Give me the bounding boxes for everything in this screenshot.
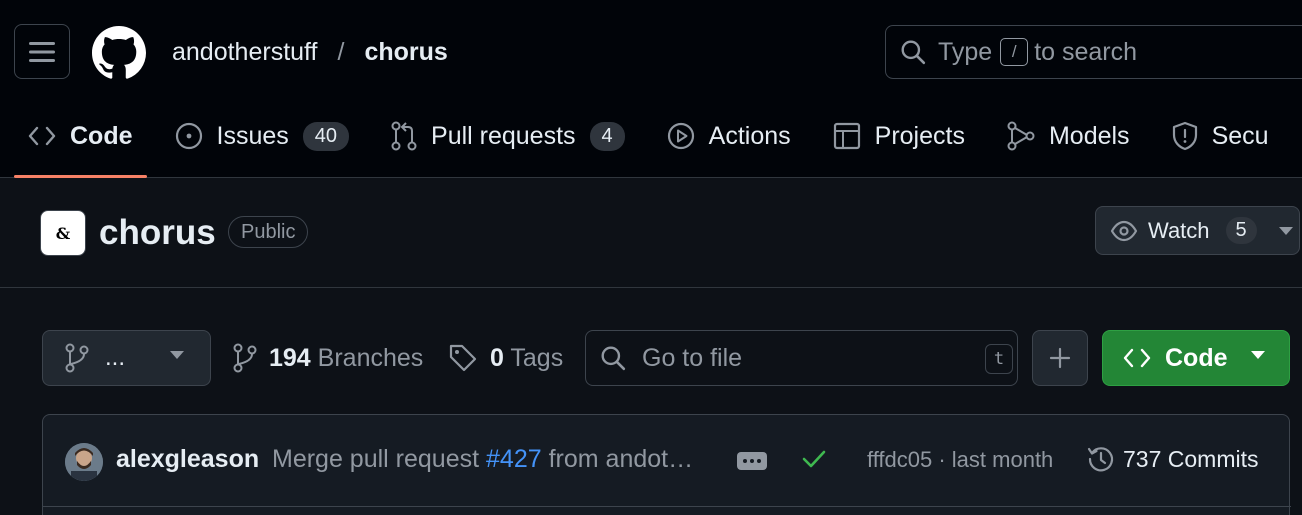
- search-suffix: to search: [1034, 37, 1138, 66]
- commit-pr-link[interactable]: #427: [486, 445, 542, 473]
- github-logo-icon[interactable]: [92, 26, 146, 80]
- repo-title-bar: & chorus Public Watch 5: [0, 178, 1302, 288]
- tab-pull-requests[interactable]: Pull requests 4: [377, 106, 639, 166]
- menu-button[interactable]: [14, 24, 70, 79]
- go-to-file-input[interactable]: Go to file t: [585, 330, 1018, 386]
- code-icon: [28, 125, 56, 147]
- commit-author-link[interactable]: alexgleason: [116, 445, 259, 474]
- breadcrumb-repo-link[interactable]: chorus: [364, 38, 447, 67]
- tag-icon: [448, 343, 478, 373]
- add-file-button[interactable]: [1032, 330, 1088, 386]
- breadcrumb-owner-link[interactable]: andotherstuff: [172, 38, 317, 67]
- code-icon: [1123, 347, 1151, 369]
- avatar[interactable]: [65, 443, 103, 481]
- tab-label: Code: [70, 121, 133, 150]
- issue-icon: [175, 122, 203, 150]
- latest-commit-row: alexgleason Merge pull request #427 from…: [43, 415, 1291, 507]
- expand-commit-message-button[interactable]: [737, 452, 767, 470]
- check-icon[interactable]: [801, 448, 827, 470]
- branch-selector-button[interactable]: ...: [42, 330, 211, 386]
- eye-icon: [1110, 220, 1138, 242]
- search-prefix: Type: [938, 37, 993, 66]
- tags-count: 0: [490, 343, 504, 372]
- search-input[interactable]: Type / to search: [885, 25, 1302, 79]
- caret-down-icon: [170, 351, 184, 359]
- watch-count-badge: 5: [1225, 217, 1257, 244]
- watch-button[interactable]: Watch 5: [1095, 206, 1300, 255]
- commits-history-link[interactable]: 737 Commits: [1087, 445, 1258, 473]
- branches-link[interactable]: 194 Branches: [233, 330, 423, 386]
- tab-security[interactable]: Secu: [1158, 106, 1283, 166]
- repo-nav-tabs: Code Issues 40 Pull requests 4 Actions P…: [14, 106, 1297, 178]
- tab-models[interactable]: Models: [993, 106, 1144, 166]
- tab-label: Secu: [1211, 121, 1269, 150]
- breadcrumb: andotherstuff / chorus: [172, 36, 448, 68]
- issues-count-badge: 40: [302, 121, 350, 151]
- play-icon: [667, 122, 695, 150]
- shield-icon: [1172, 121, 1198, 151]
- models-icon: [1007, 121, 1035, 151]
- branch-icon: [233, 343, 257, 373]
- org-avatar[interactable]: &: [40, 210, 86, 256]
- commit-message-suffix: from andot…: [548, 445, 694, 473]
- tab-issues[interactable]: Issues 40: [161, 106, 364, 166]
- tab-label: Projects: [874, 121, 965, 150]
- org-logo-text: &: [55, 223, 71, 243]
- branches-count: 194: [269, 343, 311, 372]
- file-toolbar: ... 194 Branches 0 Tags Go to file t Cod…: [0, 330, 1302, 386]
- branches-label: Branches: [317, 343, 424, 372]
- commits-count-label: 737 Commits: [1123, 445, 1259, 472]
- repo-title[interactable]: chorus: [99, 210, 216, 256]
- visibility-badge: Public: [228, 216, 309, 248]
- code-dropdown-button[interactable]: Code: [1102, 330, 1290, 386]
- code-button-label: Code: [1165, 343, 1228, 372]
- breadcrumb-separator: /: [337, 37, 345, 66]
- tab-projects[interactable]: Projects: [819, 106, 979, 166]
- plus-icon: [1049, 347, 1071, 369]
- tab-code[interactable]: Code: [14, 106, 147, 178]
- tags-link[interactable]: 0 Tags: [448, 330, 563, 386]
- table-icon: [833, 122, 861, 150]
- tags-label: Tags: [510, 343, 564, 372]
- commit-message-prefix: Merge pull request: [272, 445, 480, 473]
- search-icon: [600, 345, 626, 371]
- watch-label: Watch: [1148, 217, 1210, 243]
- tab-actions[interactable]: Actions: [653, 106, 805, 166]
- search-shortcut-key: /: [1000, 38, 1029, 66]
- latest-commit-box: alexgleason Merge pull request #427 from…: [42, 414, 1291, 515]
- branch-label: ...: [105, 344, 126, 371]
- pull-requests-count-badge: 4: [589, 121, 625, 151]
- hamburger-icon: [29, 41, 55, 63]
- commit-sha-time[interactable]: fffdc05 · last month: [867, 447, 1053, 473]
- go-to-file-shortcut-key: t: [985, 344, 1013, 374]
- tab-label: Issues: [216, 121, 289, 150]
- caret-down-icon: [1251, 351, 1265, 359]
- tab-label: Pull requests: [431, 121, 576, 150]
- commit-message[interactable]: Merge pull request #427 from andot…: [272, 445, 693, 474]
- history-icon: [1087, 445, 1115, 473]
- chevron-down-icon[interactable]: [1278, 226, 1293, 235]
- global-header: andotherstuff / chorus Type / to search …: [0, 0, 1302, 178]
- go-to-file-placeholder: Go to file: [642, 343, 743, 372]
- branch-icon: [65, 343, 89, 373]
- tab-label: Actions: [708, 121, 791, 150]
- tab-label: Models: [1048, 121, 1130, 150]
- search-icon: [900, 39, 926, 65]
- pull-request-icon: [391, 121, 417, 151]
